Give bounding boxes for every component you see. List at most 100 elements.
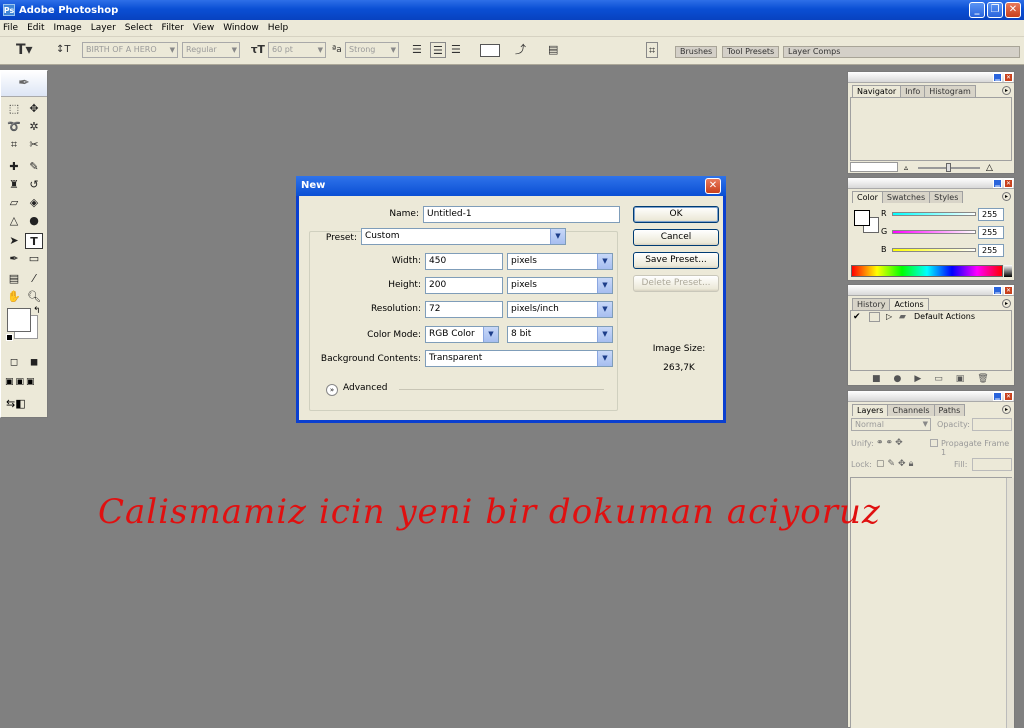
- blue-value-field[interactable]: 255: [978, 244, 1004, 257]
- panel-close-icon[interactable]: ✕: [1004, 286, 1013, 295]
- red-value-field[interactable]: 255: [978, 208, 1004, 221]
- resolution-unit-select[interactable]: pixels/inch ▼: [507, 301, 613, 318]
- height-field[interactable]: 200: [425, 277, 503, 294]
- blur-tool-icon[interactable]: △: [5, 213, 23, 229]
- minimize-button[interactable]: _: [969, 2, 985, 18]
- default-actions-item[interactable]: Default Actions: [914, 312, 975, 321]
- align-center-icon[interactable]: ☰: [430, 42, 446, 58]
- lasso-tool-icon[interactable]: ➰: [5, 119, 23, 135]
- cancel-button[interactable]: Cancel: [633, 229, 719, 246]
- notes-tool-icon[interactable]: ▤: [5, 271, 23, 287]
- panel-minimize-icon[interactable]: ▁: [993, 179, 1002, 188]
- save-preset-button[interactable]: Save Preset...: [633, 252, 719, 269]
- well-tool-presets-tab[interactable]: Tool Presets: [722, 46, 780, 58]
- ok-button[interactable]: OK: [633, 206, 719, 223]
- opacity-field[interactable]: [972, 418, 1012, 431]
- crop-tool-icon[interactable]: ⌗: [5, 137, 23, 153]
- tab-info[interactable]: Info: [900, 85, 926, 97]
- menu-layer[interactable]: Layer: [91, 23, 116, 33]
- panel-menu-icon[interactable]: ▸: [1002, 299, 1011, 308]
- toolbox-header-icon[interactable]: ✒: [1, 71, 47, 97]
- foreground-color-chip[interactable]: [854, 210, 870, 226]
- screen-mode-icons[interactable]: ▣▣▣: [5, 377, 37, 387]
- tab-paths[interactable]: Paths: [933, 404, 966, 416]
- paint-bucket-tool-icon[interactable]: ◈: [25, 195, 43, 211]
- clone-stamp-tool-icon[interactable]: ♜: [5, 177, 23, 193]
- panel-menu-icon[interactable]: ▸: [1002, 405, 1011, 414]
- menu-image[interactable]: Image: [54, 23, 82, 33]
- zoom-slider-thumb[interactable]: [946, 163, 951, 172]
- fill-field[interactable]: [972, 458, 1012, 471]
- brush-tool-icon[interactable]: ✎: [25, 159, 43, 175]
- color-ramp[interactable]: [851, 265, 1003, 277]
- background-contents-select[interactable]: Transparent ▼: [425, 350, 613, 367]
- menu-help[interactable]: Help: [268, 23, 289, 33]
- slice-tool-icon[interactable]: ✂: [25, 137, 43, 153]
- foreground-color-swatch[interactable]: [7, 308, 31, 332]
- swap-colors-icon[interactable]: ↰: [33, 306, 41, 316]
- standard-mode-icon[interactable]: ◻: [5, 355, 23, 371]
- menu-window[interactable]: Window: [223, 23, 259, 33]
- advanced-expand-icon[interactable]: »: [326, 384, 338, 396]
- healing-brush-tool-icon[interactable]: ✚: [5, 159, 23, 175]
- zoom-out-icon[interactable]: ▵: [904, 163, 908, 172]
- well-layer-comps-tab[interactable]: Layer Comps: [783, 46, 1020, 58]
- tab-styles[interactable]: Styles: [929, 191, 964, 203]
- magic-wand-tool-icon[interactable]: ✲: [25, 119, 43, 135]
- layers-scrollbar[interactable]: [1006, 478, 1014, 728]
- zoom-field[interactable]: [850, 162, 898, 172]
- text-orientation-icon[interactable]: ↕T: [56, 42, 71, 58]
- width-field[interactable]: 450: [425, 253, 503, 270]
- menu-filter[interactable]: Filter: [162, 23, 184, 33]
- tab-channels[interactable]: Channels: [887, 404, 935, 416]
- text-color-swatch[interactable]: [480, 44, 500, 57]
- name-field[interactable]: Untitled-1: [423, 206, 620, 223]
- font-style-select[interactable]: Regular ▼: [182, 42, 240, 58]
- panel-menu-icon[interactable]: ▸: [1002, 86, 1011, 95]
- tab-color[interactable]: Color: [852, 191, 883, 203]
- blue-slider[interactable]: [892, 248, 976, 252]
- close-button[interactable]: ✕: [1005, 2, 1021, 18]
- tab-swatches[interactable]: Swatches: [881, 191, 931, 203]
- pen-tool-icon[interactable]: ✒: [5, 251, 23, 267]
- tab-layers[interactable]: Layers: [852, 404, 889, 416]
- palettes-icon[interactable]: ▤: [548, 42, 558, 58]
- align-left-icon[interactable]: ☰: [412, 42, 422, 58]
- shape-tool-icon[interactable]: ▭: [25, 251, 43, 267]
- dialog-toggle-icon[interactable]: [869, 312, 880, 322]
- type-tool-icon[interactable]: T▾: [16, 42, 33, 58]
- expand-triangle-icon[interactable]: ▷: [886, 312, 892, 321]
- unify-icons[interactable]: ⚭⚭✥: [876, 438, 905, 448]
- panel-menu-icon[interactable]: ▸: [1002, 192, 1011, 201]
- red-slider[interactable]: [892, 212, 976, 216]
- restore-button[interactable]: ❐: [987, 2, 1003, 18]
- dodge-tool-icon[interactable]: ●: [25, 213, 43, 229]
- tab-histogram[interactable]: Histogram: [924, 85, 976, 97]
- tab-navigator[interactable]: Navigator: [852, 85, 902, 97]
- propagate-checkbox[interactable]: [930, 439, 938, 447]
- menu-file[interactable]: File: [3, 23, 18, 33]
- file-browser-icon[interactable]: ⌗: [646, 42, 659, 58]
- type-tool-selected-icon[interactable]: T: [25, 233, 43, 249]
- imageready-jump-icon[interactable]: ⇆◧: [6, 397, 26, 410]
- resolution-field[interactable]: 72: [425, 301, 503, 318]
- eyedropper-tool-icon[interactable]: ⁄: [25, 271, 43, 287]
- history-brush-tool-icon[interactable]: ↺: [25, 177, 43, 193]
- zoom-in-icon[interactable]: △: [986, 163, 993, 173]
- bit-depth-select[interactable]: 8 bit ▼: [507, 326, 613, 343]
- font-size-select[interactable]: 60 pt ▼: [268, 42, 326, 58]
- actions-toolbar-icons[interactable]: ■●▶▭▣🗑︎: [872, 374, 1002, 384]
- panel-minimize-icon[interactable]: ▁: [993, 73, 1002, 82]
- bw-ramp[interactable]: [1004, 265, 1012, 277]
- width-unit-select[interactable]: pixels ▼: [507, 253, 613, 270]
- font-family-select[interactable]: BIRTH OF A HERO ▼: [82, 42, 178, 58]
- panel-close-icon[interactable]: ✕: [1004, 179, 1013, 188]
- panel-minimize-icon[interactable]: ▁: [993, 392, 1002, 401]
- green-value-field[interactable]: 255: [978, 226, 1004, 239]
- green-slider[interactable]: [892, 230, 976, 234]
- height-unit-select[interactable]: pixels ▼: [507, 277, 613, 294]
- marquee-tool-icon[interactable]: ⬚: [5, 101, 23, 117]
- menu-edit[interactable]: Edit: [27, 23, 44, 33]
- eraser-tool-icon[interactable]: ▱: [5, 195, 23, 211]
- quick-mask-icon[interactable]: ◼: [25, 355, 43, 371]
